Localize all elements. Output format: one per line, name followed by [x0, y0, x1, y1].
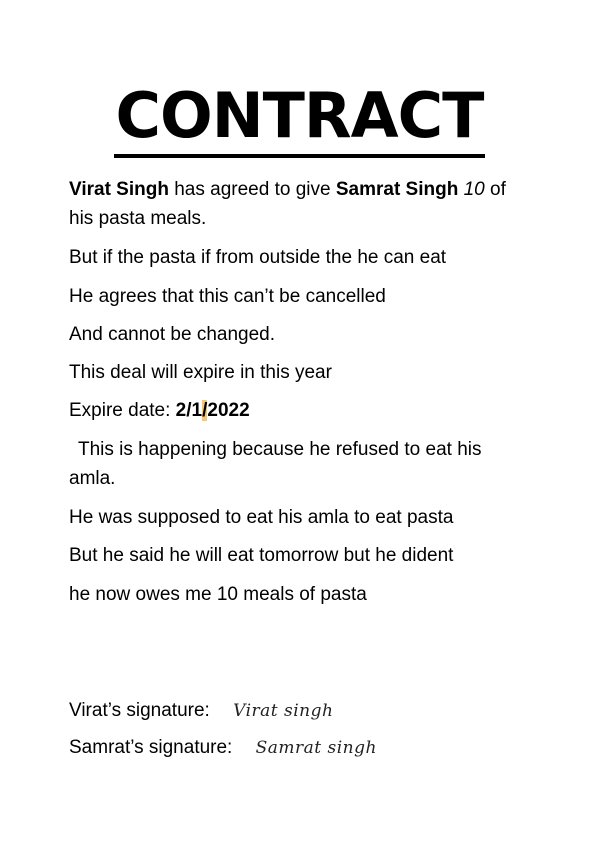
clause-outside-pasta: But if the pasta if from outside the he …	[69, 247, 447, 268]
detail-line-2: But he said he will eat tomorrow but he …	[69, 545, 454, 566]
detail-line-3: he now owes me 10 meals of pasta	[69, 584, 367, 605]
signature-virat: Virat’s signature: Virat singh	[69, 696, 549, 726]
samrat-signature: Samrat singh	[255, 738, 377, 758]
date-part: 2/1	[175, 400, 203, 421]
text-span: of	[484, 179, 506, 200]
name-virat: Virat Singh	[69, 179, 169, 200]
reason-line-2: amla.	[69, 468, 116, 489]
date-part: 2022	[207, 400, 250, 421]
virat-signature-label: Virat’s signature:	[69, 700, 210, 721]
title-text: CONTRACT	[113, 78, 486, 158]
clause-not-cancelled: He agrees that this can’t be cancelled	[69, 286, 386, 307]
expire-date-line: Expire date: 2/1/2022	[69, 396, 549, 425]
paragraph-line-1: Virat Singh has agreed to give Samrat Si…	[69, 175, 549, 204]
virat-signature: Virat singh	[233, 701, 334, 721]
reason-line-1: This is happening because he refused to …	[78, 439, 482, 460]
paragraph-line-2: his pasta meals.	[69, 208, 207, 229]
meal-count: 10	[463, 179, 485, 200]
detail-line-1: He was supposed to eat his amla to eat p…	[69, 507, 454, 528]
name-samrat: Samrat Singh	[335, 179, 459, 200]
clause-not-changed: And cannot be changed.	[69, 324, 276, 345]
expire-date: 2/1/2022	[176, 400, 250, 421]
contract-page: CONTRACT Virat Singh has agreed to give …	[0, 0, 599, 849]
clause-expiry: This deal will expire in this year	[69, 362, 332, 383]
samrat-signature-label: Samrat’s signature:	[69, 737, 233, 758]
expire-label: Expire date:	[69, 400, 176, 421]
page-title: CONTRACT	[0, 78, 599, 158]
text-span: has agreed to give	[168, 179, 336, 200]
signature-samrat: Samrat’s signature: Samrat singh	[69, 733, 549, 763]
